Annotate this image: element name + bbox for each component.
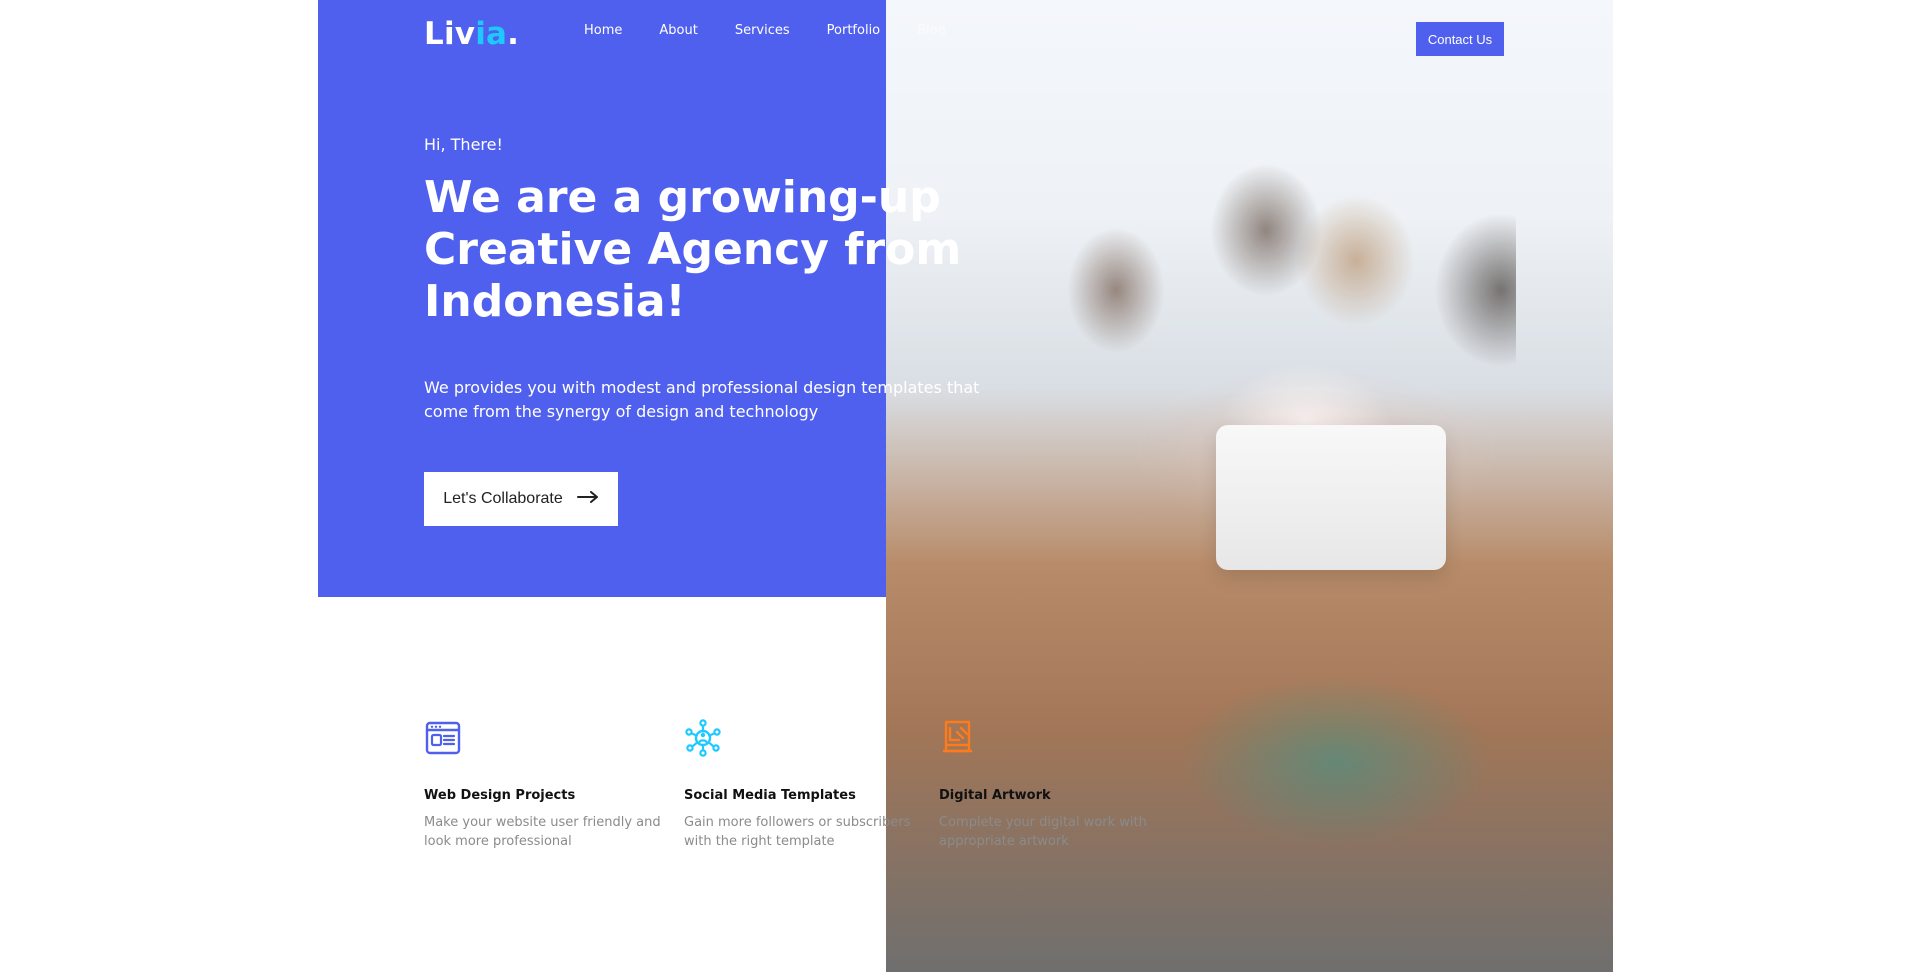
services-section: Web Design Projects Make your website us… [424,718,1154,878]
service-title: Social Media Templates [684,788,856,803]
hero-greeting: Hi, There! [424,135,503,154]
hero-lead: We provides you with modest and professi… [424,378,980,421]
main-nav: Home About Services Portfolio Blog [584,23,946,38]
nav-blog[interactable]: Blog [917,23,946,38]
page-frame: Livia. Home About Services Portfolio Blo… [318,0,1613,972]
arrow-right-icon [576,490,599,508]
service-title: Digital Artwork [939,788,1051,803]
hero-panel: Livia. Home About Services Portfolio Blo… [318,0,979,597]
service-description: Make your website user friendly and look… [424,815,661,849]
logo-accent: ia [475,16,508,52]
service-item-web-design: Web Design Projects Make your website us… [424,718,664,851]
contact-us-button[interactable]: Contact Us [1416,22,1504,56]
collaborate-button-label: Let's Collaborate [443,490,563,507]
nav-services[interactable]: Services [735,23,790,38]
network-share-icon [684,718,722,758]
service-item-social-media: Social Media Templates Gain more followe… [684,718,924,851]
nav-about[interactable]: About [659,23,697,38]
service-title: Web Design Projects [424,788,576,803]
service-description: Gain more followers or subscribers with … [684,815,911,849]
service-description: Complete your digital work with appropri… [939,815,1147,849]
nav-home[interactable]: Home [584,23,622,38]
collaborate-button[interactable]: Let's Collaborate [424,472,618,526]
brand-logo[interactable]: Livia. [424,16,519,52]
hero-headline: We are a growing-up Creative Agency from… [424,172,962,327]
artwork-board-icon [939,718,977,758]
web-browser-icon [424,718,462,758]
service-item-digital-artwork: Digital Artwork Complete your digital wo… [939,718,1179,851]
logo-prefix: Liv [424,16,476,52]
logo-suffix: . [507,16,520,52]
nav-portfolio[interactable]: Portfolio [827,23,880,38]
